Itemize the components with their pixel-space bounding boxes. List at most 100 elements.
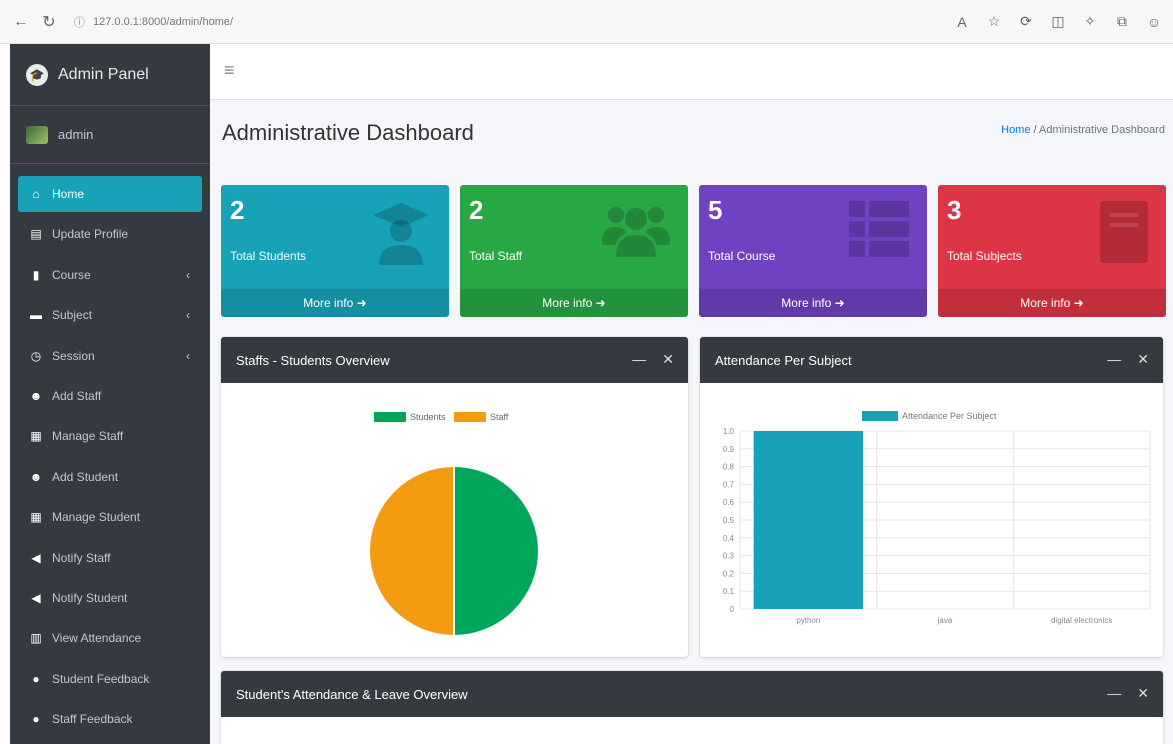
legend-label: Staff <box>490 412 509 422</box>
bookmark-icon: ▮ <box>32 267 40 282</box>
stat-box-subjects: 3 Total Subjects More info ➜ <box>938 185 1166 317</box>
sidebar-item-label: Notify Staff <box>52 550 111 565</box>
sidebar-item-home[interactable]: ⌂ Home <box>18 176 202 212</box>
browser-actions: A ☆ ⟳ ◫ ✧ ⧉ ☺ <box>953 13 1163 30</box>
sidebar-item-staff-feedback[interactable]: ● Staff Feedback <box>18 701 202 737</box>
sidebar-item-add-staff[interactable]: ☻ Add Staff <box>18 378 202 414</box>
close-icon[interactable]: ✕ <box>1137 685 1149 702</box>
hamburger-menu-icon[interactable]: ≡ <box>224 60 235 81</box>
collections-icon[interactable]: ⧉ <box>1113 13 1131 30</box>
sidebar-item-course[interactable]: ▮ Course ‹ <box>18 257 202 293</box>
staffs-students-overview-card: Staffs - Students Overview — ✕ Students S… <box>221 337 688 657</box>
arrow-circle-right-icon: ➜ <box>834 296 845 310</box>
pie-slice-staff[interactable] <box>368 464 455 638</box>
browser-toolbar: ← ↻ ⓘ 127.0.0.1:8000/admin/home/ A ☆ ⟳ ◫… <box>0 0 1173 44</box>
stat-box-course: 5 Total Course More info ➜ <box>699 185 927 317</box>
sidebar-item-label: Session <box>52 348 95 363</box>
y-tick-label: 1.0 <box>723 427 735 436</box>
card-title: Attendance Per Subject <box>715 352 852 368</box>
y-tick-label: 0 <box>730 605 735 614</box>
refresh-icon[interactable]: ⟳ <box>1017 13 1035 30</box>
sidebar-item-notify-student[interactable]: ◀ Notify Student <box>18 580 202 616</box>
pie-chart: Students Staff <box>368 412 540 638</box>
y-tick-label: 0.9 <box>723 445 735 454</box>
breadcrumb: Home / Administrative Dashboard <box>1001 124 1165 136</box>
collapse-icon[interactable]: — <box>632 351 646 368</box>
card-body: Students Staff <box>221 383 688 657</box>
sidebar-item-session[interactable]: ◷ Session ‹ <box>18 338 202 374</box>
legend-swatch <box>454 412 486 422</box>
sidebar-item-notify-staff[interactable]: ◀ Notify Staff <box>18 540 202 576</box>
collapse-icon[interactable]: — <box>1107 351 1121 368</box>
breadcrumb-home-link[interactable]: Home <box>1001 124 1030 136</box>
stat-label: Total Staff <box>469 249 523 263</box>
user-plus-icon: ☻ <box>29 388 43 403</box>
more-info-label: More info <box>781 296 832 310</box>
legend-label: Students <box>410 412 446 422</box>
bar-chart: Attendance Per Subject 0 0.1 0.2 0.3 0.4 0.5 0.… <box>723 411 1151 625</box>
more-info-label: More info <box>303 296 354 310</box>
sidebar-item-manage-staff[interactable]: ▦ Manage Staff <box>18 418 202 454</box>
y-tick-label: 0.1 <box>723 587 735 596</box>
close-icon[interactable]: ✕ <box>1137 351 1149 368</box>
sidebar-item-student-feedback[interactable]: ● Student Feedback <box>18 661 202 697</box>
read-aloud-icon[interactable]: A <box>953 14 971 30</box>
arrow-circle-right-icon: ➜ <box>595 296 606 310</box>
back-arrow-icon[interactable]: ← <box>10 11 32 33</box>
more-info-link[interactable]: More info ➜ <box>699 289 927 317</box>
user-plus-icon: ☻ <box>29 469 43 484</box>
sidebar-item-label: Add Staff <box>52 388 102 403</box>
address-bar[interactable]: ⓘ 127.0.0.1:8000/admin/home/ <box>66 9 886 35</box>
extensions-icon[interactable]: ✧ <box>1081 13 1099 30</box>
split-screen-icon[interactable]: ◫ <box>1049 13 1067 30</box>
bar-python[interactable] <box>753 431 863 609</box>
page-title: Administrative Dashboard <box>222 120 474 145</box>
sidebar-item-update-profile[interactable]: ▤ Update Profile <box>18 216 202 252</box>
profile-icon[interactable]: ☺ <box>1145 14 1163 30</box>
chevron-left-icon: ‹ <box>186 267 190 282</box>
sidebar-item-subject[interactable]: ▬ Subject ‹ <box>18 297 202 333</box>
stat-box-staff: 2 Total Staff More info ➜ <box>460 185 688 317</box>
collapse-icon[interactable]: — <box>1107 685 1121 702</box>
more-info-link[interactable]: More info ➜ <box>460 289 688 317</box>
sidebar-item-label: Manage Student <box>52 510 141 525</box>
stat-box-students: 2 Total Students More info ➜ <box>221 185 449 317</box>
comment-icon: ● <box>32 671 40 686</box>
sidebar-item-manage-student[interactable]: ▦ Manage Student <box>18 499 202 535</box>
info-icon[interactable]: ⓘ <box>74 14 85 30</box>
more-info-label: More info <box>542 296 593 310</box>
reload-icon[interactable]: ↻ <box>38 11 60 33</box>
user-panel[interactable]: admin <box>10 106 210 164</box>
avatar <box>26 125 48 144</box>
stat-label: Total Course <box>708 249 776 263</box>
more-info-link[interactable]: More info ➜ <box>938 289 1166 317</box>
favorite-star-icon[interactable]: ☆ <box>985 13 1003 30</box>
sidebar-item-label: View Attendance <box>52 631 142 646</box>
card-header: Student's Attendance & Leave Overview — … <box>221 671 1163 717</box>
url-text: 127.0.0.1:8000/admin/home/ <box>93 15 234 28</box>
sidebar-item-add-student[interactable]: ☻ Add Student <box>18 459 202 495</box>
stat-value: 5 <box>708 195 723 225</box>
x-tick-label: java <box>937 616 953 625</box>
breadcrumb-separator: / <box>1033 124 1037 136</box>
brand-link[interactable]: 🎓 Admin Panel <box>10 44 210 106</box>
bullhorn-icon: ◀ <box>31 590 41 605</box>
sidebar-item-label: Update Profile <box>52 227 129 242</box>
book-icon: ▬ <box>30 308 42 323</box>
card-tools: — ✕ <box>1107 685 1149 702</box>
sidebar-item-label: Notify Student <box>52 590 128 605</box>
sidebar-item-view-attendance[interactable]: ▥ View Attendance <box>18 620 202 656</box>
card-tools: — ✕ <box>632 351 674 368</box>
arrow-circle-right-icon: ➜ <box>356 296 367 310</box>
y-tick-label: 0.6 <box>723 498 735 507</box>
sidebar-item-label: Manage Staff <box>52 429 124 444</box>
breadcrumb-current: Administrative Dashboard <box>1039 124 1165 136</box>
graduate-icon <box>371 201 431 279</box>
user-name: admin <box>58 127 94 142</box>
more-info-link[interactable]: More info ➜ <box>221 289 449 317</box>
card-header: Attendance Per Subject — ✕ <box>700 337 1163 383</box>
sidebar-item-label: Home <box>52 187 85 201</box>
pie-slice-students[interactable] <box>453 464 540 638</box>
close-icon[interactable]: ✕ <box>662 351 674 368</box>
clock-icon: ◷ <box>30 348 42 363</box>
